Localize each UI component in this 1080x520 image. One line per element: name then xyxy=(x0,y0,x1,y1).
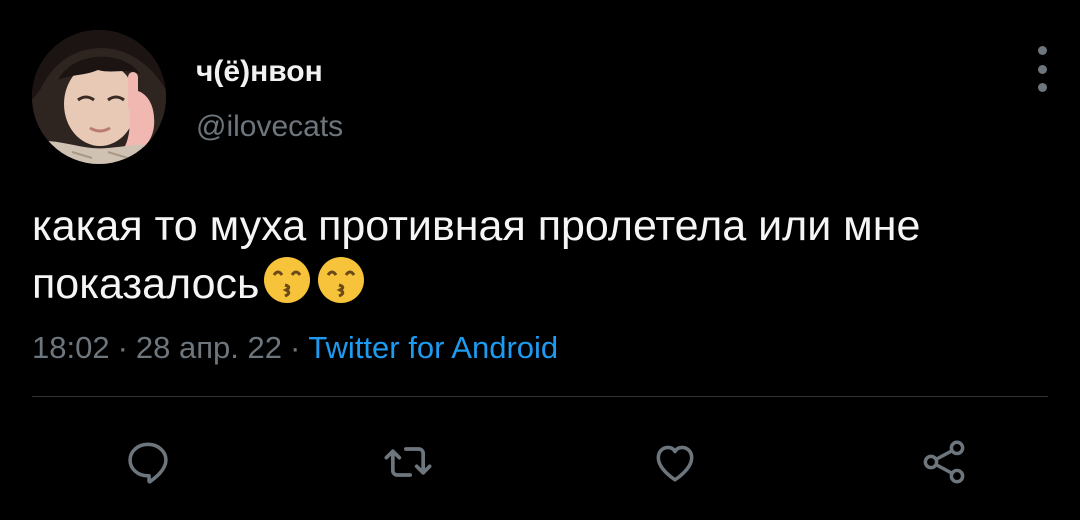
author-display-name[interactable]: ч(ё)нвон xyxy=(196,55,323,89)
meta-separator: · xyxy=(289,330,301,365)
more-dot xyxy=(1037,64,1047,74)
retweet-button[interactable] xyxy=(378,432,438,492)
tweet-date: 28 апр. 22 xyxy=(135,330,282,365)
tweet: ч(ё)нвон @ilovecats какая то муха против… xyxy=(0,0,1080,520)
kissing-face-icon xyxy=(315,254,367,320)
tweet-meta: 18:02 · 28 апр. 22 · Twitter for Android xyxy=(32,330,558,366)
tweet-time: 18:02 xyxy=(32,330,110,365)
avatar[interactable] xyxy=(32,30,166,164)
avatar-image xyxy=(32,30,166,164)
more-dot xyxy=(1037,46,1047,55)
meta-separator: · xyxy=(117,330,128,365)
retweet-icon xyxy=(384,447,432,477)
tweet-source-link[interactable]: Twitter for Android xyxy=(308,330,558,365)
tweet-text-body: какая то муха противная пролетела или мн… xyxy=(32,202,921,308)
kissing-face-icon xyxy=(261,254,313,320)
share-button[interactable] xyxy=(914,432,974,492)
reply-button[interactable] xyxy=(118,432,178,492)
like-icon xyxy=(656,445,694,482)
author-handle[interactable]: @ilovecats xyxy=(196,110,343,144)
divider xyxy=(32,396,1048,397)
more-dot xyxy=(1037,83,1047,92)
reply-icon xyxy=(128,442,168,484)
share-icon xyxy=(923,440,965,484)
more-options-icon[interactable] xyxy=(1024,46,1060,92)
tweet-text: какая то муха противная пролетела или мн… xyxy=(32,198,1062,320)
like-button[interactable] xyxy=(645,432,705,492)
